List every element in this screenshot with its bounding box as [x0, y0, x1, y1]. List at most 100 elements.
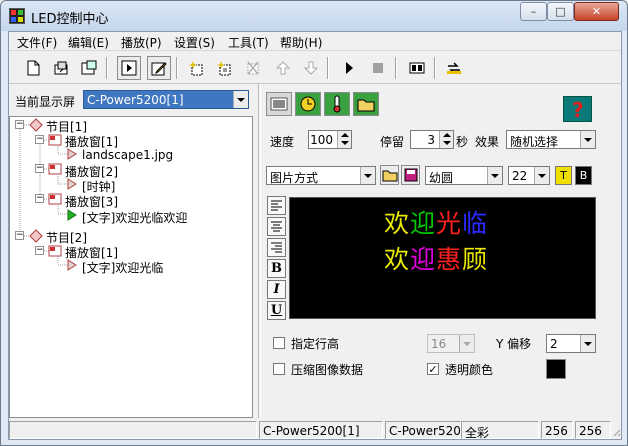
menu-bar: 文件(F) 编辑(E) 播放(P) 设置(S) 工具(T) 帮助(H)	[9, 32, 621, 51]
speed-label: 速度	[270, 135, 295, 149]
transparent-label: 透明颜色	[445, 363, 494, 377]
bold-button[interactable]: B	[267, 259, 286, 278]
save-icon[interactable]	[77, 56, 101, 80]
menu-tools[interactable]: 工具(T)	[228, 34, 269, 51]
current-screen-select[interactable]: C-Power5200[1]	[83, 90, 249, 109]
tree-node-item[interactable]: landscape1.jpg	[82, 148, 173, 162]
current-screen-label: 当前显示屏	[15, 95, 76, 109]
arrow-up-icon[interactable]	[443, 133, 451, 137]
minimize-button[interactable]: –	[520, 2, 547, 21]
collapse-toggle[interactable]: −	[15, 120, 24, 129]
current-screen-value: C-Power5200[1]	[87, 93, 184, 107]
open-file-tab-icon[interactable]	[353, 92, 379, 116]
compress-label: 压缩图像数据	[291, 363, 364, 377]
open-icon[interactable]	[49, 56, 73, 80]
transparent-checkbox[interactable]: ✓	[427, 363, 439, 375]
clock-tab-icon[interactable]	[295, 92, 321, 116]
font-select[interactable]: 幼圆	[425, 166, 503, 185]
line-height-label: 指定行高	[291, 337, 340, 351]
toolbar-separator	[106, 57, 108, 79]
preview-char: 欢	[384, 209, 411, 238]
menu-help[interactable]: 帮助(H)	[280, 34, 322, 51]
add-program-icon[interactable]	[185, 56, 209, 80]
chevron-down-icon[interactable]	[233, 91, 248, 108]
item-icon	[67, 178, 77, 190]
arrow-up-icon[interactable]	[341, 133, 349, 137]
chevron-down-icon[interactable]	[459, 335, 474, 352]
mode-value: 图片方式	[270, 171, 319, 185]
toolbar	[9, 52, 621, 84]
led-preview[interactable]: 欢迎光临 欢迎惠顾	[289, 197, 596, 319]
temperature-tab-icon[interactable]	[324, 92, 350, 116]
speed-stepper[interactable]: 100	[308, 130, 352, 149]
window-title: LED控制中心	[31, 12, 109, 27]
stay-stepper[interactable]: 3	[410, 130, 454, 149]
arrow-down-icon[interactable]	[443, 141, 451, 145]
resize-grip-icon[interactable]	[611, 427, 621, 439]
menu-settings[interactable]: 设置(S)	[174, 34, 215, 51]
edit-icon[interactable]	[147, 56, 171, 80]
chevron-down-icon[interactable]	[580, 335, 595, 352]
underline-button[interactable]: U	[267, 301, 286, 320]
chevron-down-icon[interactable]	[487, 167, 502, 184]
text-color-button[interactable]: T	[555, 166, 572, 185]
maximize-button[interactable]: □	[547, 2, 574, 21]
status-cell: 全彩	[461, 421, 539, 440]
transparent-color-swatch[interactable]	[546, 359, 566, 379]
tree-node-item[interactable]: [文字]欢迎光临	[82, 259, 163, 276]
preview-char: 迎	[410, 209, 437, 238]
pane-splitter[interactable]	[258, 84, 261, 418]
line-height-checkbox[interactable]	[273, 337, 285, 349]
line-height-select[interactable]: 16	[427, 334, 475, 353]
chevron-down-icon[interactable]	[534, 167, 549, 184]
close-button[interactable]: ✕	[574, 2, 619, 21]
play-icon[interactable]	[337, 56, 361, 80]
new-icon[interactable]	[21, 56, 45, 80]
open-folder-icon[interactable]	[380, 165, 399, 185]
menu-edit[interactable]: 编辑(E)	[68, 34, 109, 51]
program-tree[interactable]: − 节目[1] − 播放窗[1] landscape1.jpg − 播放窗[2]…	[9, 116, 253, 418]
client-area: 文件(F) 编辑(E) 播放(P) 设置(S) 工具(T) 帮助(H) 当前显示…	[8, 31, 622, 440]
send-icon[interactable]	[442, 56, 466, 80]
background-color-button[interactable]: B	[575, 166, 592, 185]
effect-select[interactable]: 随机选择	[506, 130, 596, 149]
collapse-toggle[interactable]: −	[35, 246, 44, 255]
image-tab-icon[interactable]	[266, 92, 292, 116]
preview-icon[interactable]	[117, 56, 141, 80]
arrow-down-icon[interactable]	[341, 141, 349, 145]
screen-settings-icon[interactable]	[405, 56, 429, 80]
collapse-toggle[interactable]: −	[35, 164, 44, 173]
collapse-toggle[interactable]: −	[15, 231, 24, 240]
font-size-select[interactable]: 22	[508, 166, 550, 185]
preview-char: 欢	[384, 245, 411, 274]
compress-checkbox[interactable]	[273, 363, 285, 375]
italic-button[interactable]: I	[267, 280, 286, 299]
window-icon	[48, 163, 62, 175]
status-cell: C-Power5200	[385, 421, 461, 439]
add-window-icon[interactable]	[213, 56, 237, 80]
chevron-down-icon[interactable]	[360, 167, 375, 184]
collapse-toggle[interactable]: −	[35, 194, 44, 203]
help-button[interactable]: ?	[563, 96, 592, 122]
save-icon[interactable]	[401, 165, 420, 185]
menu-file[interactable]: 文件(F)	[17, 34, 57, 51]
toolbar-separator	[395, 57, 397, 79]
stay-unit: 秒	[456, 135, 469, 149]
align-right-icon[interactable]	[267, 238, 286, 257]
stay-value: 3	[427, 133, 435, 147]
preview-line-1: 欢迎光临	[384, 204, 488, 240]
title-bar: LED控制中心 – □ ✕	[1, 1, 627, 31]
tree-node-item-selected[interactable]: [文字]欢迎光临欢迎	[82, 209, 187, 226]
mode-select[interactable]: 图片方式	[266, 166, 376, 185]
align-left-icon[interactable]	[267, 196, 286, 215]
move-down-icon[interactable]	[299, 56, 323, 80]
move-up-icon[interactable]	[271, 56, 295, 80]
align-center-icon[interactable]	[267, 217, 286, 236]
preview-line-2: 欢迎惠顾	[384, 240, 488, 276]
collapse-toggle[interactable]: −	[35, 135, 44, 144]
chevron-down-icon[interactable]	[580, 131, 595, 148]
menu-play[interactable]: 播放(P)	[121, 34, 162, 51]
stop-icon[interactable]	[366, 56, 390, 80]
delete-icon[interactable]	[241, 56, 265, 80]
y-offset-select[interactable]: 2	[546, 334, 596, 353]
